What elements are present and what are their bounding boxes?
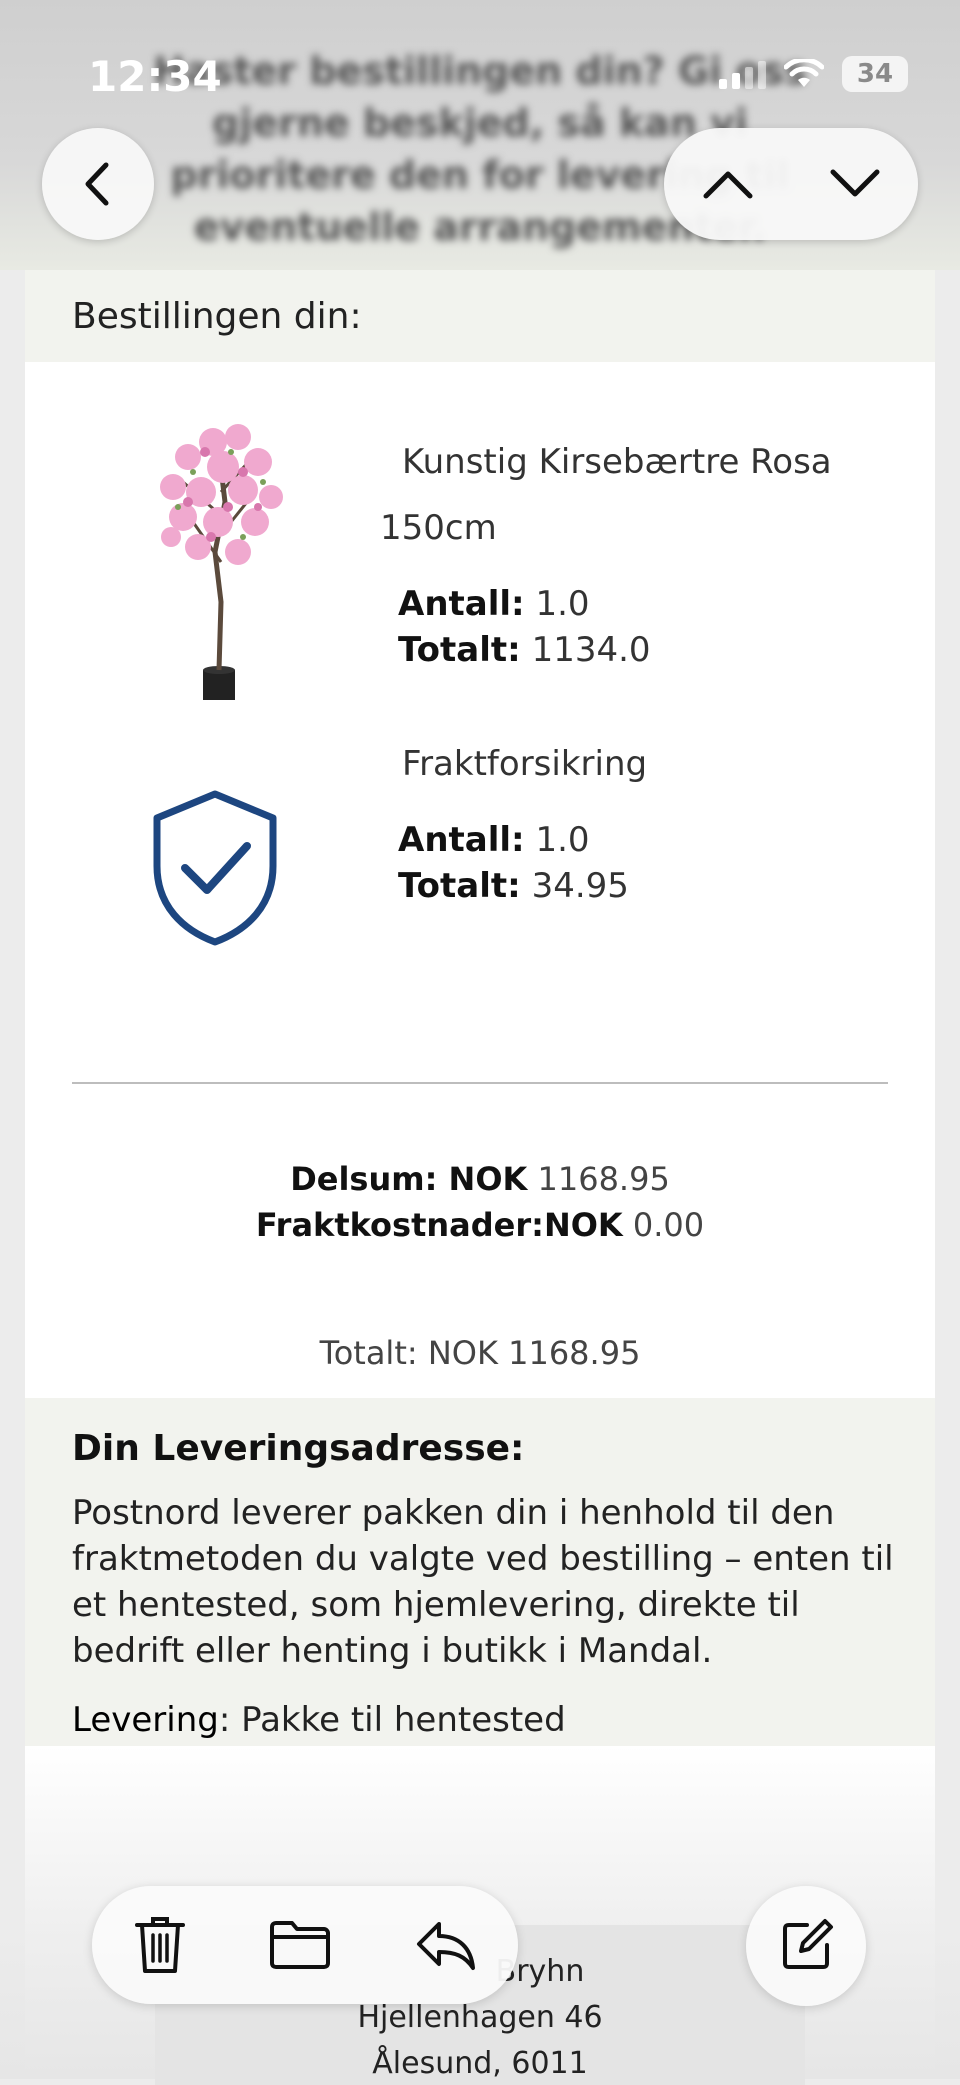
cherry-tree-image [160,424,283,700]
delivery-description: Postnord leverer pakken din i henhold ti… [72,1493,894,1671]
shield-check-icon [153,790,277,946]
previous-message-button[interactable] [702,166,754,202]
delivery-title: Din Leveringsadresse: [72,1428,525,1469]
quantity-label: Antall: [398,820,525,860]
total-value: 1134.0 [531,630,651,670]
divider [72,1082,888,1084]
quantity-value: 1.0 [535,820,590,860]
item-quantity: Antall: 1.0 [398,820,590,860]
folder-icon [269,1921,330,1969]
wifi-icon [784,59,824,87]
status-time: 12:34 [88,52,222,101]
delivery-method: Levering: Pakke til hentested [72,1700,566,1740]
shipping-value: 0.00 [632,1206,705,1244]
compose-icon [783,1919,833,1969]
item-name: Fraktforsikring [402,744,648,784]
shipping-label: Fraktkostnader:NOK [255,1206,623,1244]
chevron-left-icon [85,162,109,206]
delivery-method-label: Levering [72,1700,219,1740]
delivery-address-section: Din Leveringsadresse: Postnord leverer p… [25,1398,935,1746]
reply-icon [417,1922,476,1970]
quantity-value: 1.0 [535,584,590,624]
subtotal-value: 1168.95 [537,1160,670,1198]
item-name: Kunstig Kirsebærtre Rosa [402,442,832,482]
back-button[interactable] [42,128,154,240]
item-total: Totalt: 34.95 [398,866,629,906]
next-message-button[interactable] [829,166,881,202]
subtotal-line: Delsum: NOK 1168.95 [25,1160,935,1198]
subtotal-label: Delsum: NOK [290,1160,528,1198]
grand-total: Totalt: NOK 1168.95 [319,1334,641,1372]
address-city: Ålesund, 6011 [372,2046,588,2081]
delete-button[interactable] [133,1913,187,1977]
message-nav [664,128,918,240]
order-header-title: Bestillingen din: [72,295,362,337]
shipping-line: Fraktkostnader:NOK 0.00 [25,1206,935,1244]
trash-icon [134,1917,185,1973]
item-total: Totalt: 1134.0 [398,630,651,670]
delivery-method-value: : Pakke til hentested [218,1700,566,1740]
reply-button[interactable] [413,1918,477,1972]
signal-icon [719,59,766,89]
order-item: Fraktforsikring Antall: 1.0 Totalt: 34.9… [25,722,935,982]
mail-toolbar [92,1886,518,2004]
item-quantity: Antall: 1.0 [398,584,590,624]
total-value: 34.95 [531,866,629,906]
total-label: Totalt: [398,866,521,906]
total-label: Totalt: [398,630,521,670]
move-to-folder-button[interactable] [268,1919,332,1971]
status-indicators: 34 [719,56,908,92]
compose-button[interactable] [746,1886,866,2006]
quantity-label: Antall: [398,584,525,624]
item-size: 150cm [380,508,497,548]
chevron-down-icon [830,169,879,197]
order-item: Kunstig Kirsebærtre Rosa 150cm Antall: 1… [25,362,935,722]
chevron-up-icon [703,171,752,199]
battery-indicator: 34 [842,56,908,92]
order-header: Bestillingen din: [25,270,935,362]
